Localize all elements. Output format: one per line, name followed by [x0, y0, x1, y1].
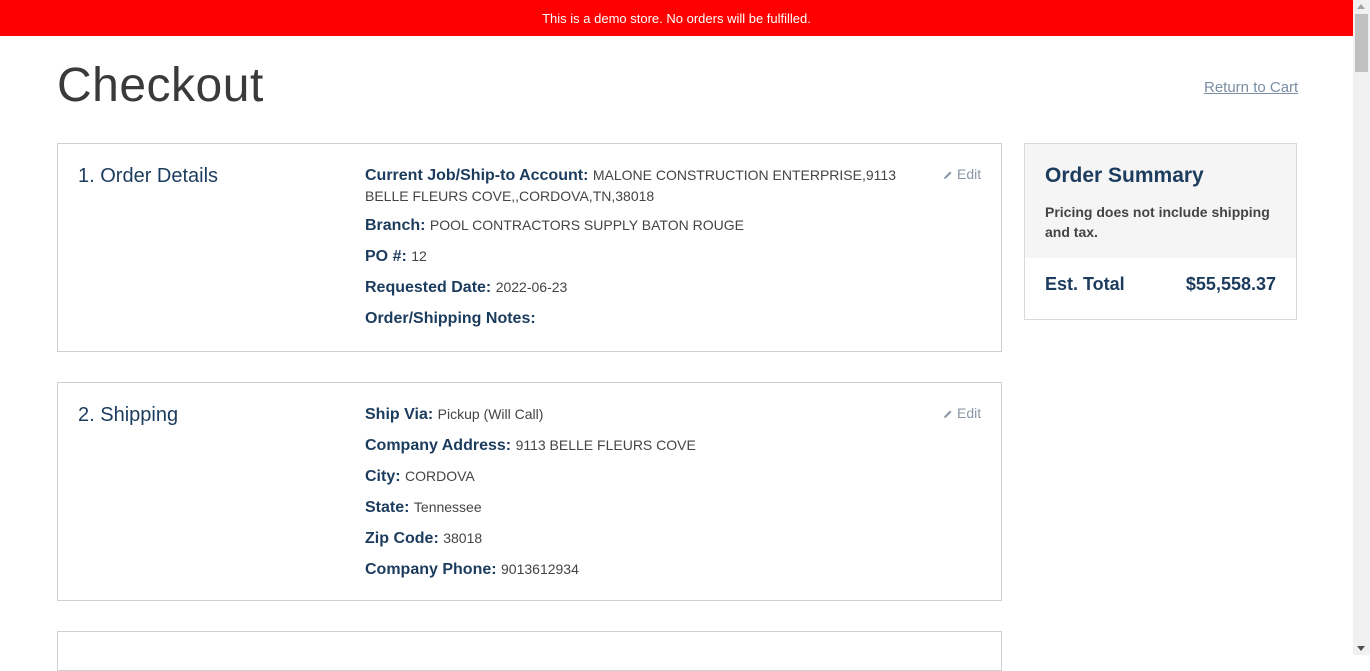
- order-details-panel: 1. Order Details Current Job/Ship-to Acc…: [57, 143, 1002, 352]
- field-label: Company Address:: [365, 437, 512, 454]
- estimated-total-label: Est. Total: [1045, 274, 1125, 294]
- field-label: Zip Code:: [365, 530, 439, 547]
- pricing-note: Pricing does not include shipping and ta…: [1045, 204, 1270, 240]
- field-value: 38018: [443, 530, 483, 546]
- next-section-panel: [57, 631, 1002, 671]
- field-value: 9113 BELLE FLEURS COVE: [515, 437, 696, 453]
- field-city: City: CORDOVA: [365, 466, 930, 487]
- scrollbar-thumb[interactable]: [1355, 14, 1368, 72]
- field-label: Current Job/Ship-to Account:: [365, 167, 589, 184]
- field-company-phone: Company Phone: 9013612934: [365, 559, 930, 580]
- order-details-heading: 1. Order Details: [78, 165, 219, 187]
- order-summary: Order Summary Pricing does not include s…: [1024, 143, 1297, 320]
- edit-shipping-button[interactable]: Edit: [943, 405, 981, 421]
- field-po-number: PO #: 12: [365, 246, 930, 267]
- field-label: State:: [365, 499, 410, 516]
- field-label: Ship Via:: [365, 406, 434, 423]
- field-state: State: Tennessee: [365, 497, 930, 518]
- edit-label: Edit: [957, 405, 982, 421]
- scroll-up-arrow-icon[interactable]: [1357, 4, 1365, 9]
- field-value: 9013612934: [501, 561, 579, 577]
- page-scrollbar[interactable]: [1353, 0, 1370, 655]
- field-label: Order/Shipping Notes:: [365, 310, 536, 327]
- scroll-down-arrow-icon[interactable]: [1357, 646, 1365, 651]
- shipping-panel: 2. Shipping Ship Via: Pickup (Will Call)…: [57, 382, 1002, 601]
- field-label: Requested Date:: [365, 279, 492, 296]
- page-title: Checkout: [57, 59, 264, 112]
- shipping-heading: 2. Shipping: [78, 404, 179, 426]
- pencil-icon: [944, 410, 952, 418]
- field-order-notes: Order/Shipping Notes:: [365, 308, 930, 329]
- field-label: Company Phone:: [365, 561, 497, 578]
- field-requested-date: Requested Date: 2022-06-23: [365, 277, 930, 298]
- field-zip-code: Zip Code: 38018: [365, 528, 930, 549]
- field-value: Tennessee: [413, 499, 482, 515]
- demo-store-banner: This is a demo store. No orders will be …: [0, 0, 1353, 36]
- edit-order-details-button[interactable]: Edit: [943, 166, 981, 182]
- order-summary-header: Order Summary Pricing does not include s…: [1025, 144, 1296, 258]
- estimated-total-value: $55,558.37: [1185, 274, 1276, 294]
- order-details-fields: Current Job/Ship-to Account: MALONE CONS…: [365, 165, 930, 339]
- field-value: CORDOVA: [405, 468, 475, 484]
- field-value: 12: [411, 248, 427, 264]
- field-ship-to-account: Current Job/Ship-to Account: MALONE CONS…: [365, 165, 930, 207]
- return-to-cart-link[interactable]: Return to Cart: [1204, 79, 1298, 96]
- field-value: Pickup (Will Call): [437, 406, 544, 422]
- field-ship-via: Ship Via: Pickup (Will Call): [365, 404, 930, 425]
- order-summary-title: Order Summary: [1045, 164, 1204, 187]
- pencil-icon: [944, 171, 952, 179]
- field-label: City:: [365, 468, 401, 485]
- field-label: Branch:: [365, 217, 426, 234]
- estimated-total-row: Est. Total $55,558.37: [1025, 258, 1296, 295]
- field-label: PO #:: [365, 248, 407, 265]
- edit-label: Edit: [957, 166, 982, 182]
- field-value: 2022-06-23: [495, 279, 568, 295]
- field-value: POOL CONTRACTORS SUPPLY BATON ROUGE: [429, 217, 744, 233]
- shipping-fields: Ship Via: Pickup (Will Call) Company Add…: [365, 404, 930, 590]
- field-branch: Branch: POOL CONTRACTORS SUPPLY BATON RO…: [365, 215, 930, 236]
- field-company-address: Company Address: 9113 BELLE FLEURS COVE: [365, 435, 930, 456]
- demo-banner-text: This is a demo store. No orders will be …: [542, 10, 811, 26]
